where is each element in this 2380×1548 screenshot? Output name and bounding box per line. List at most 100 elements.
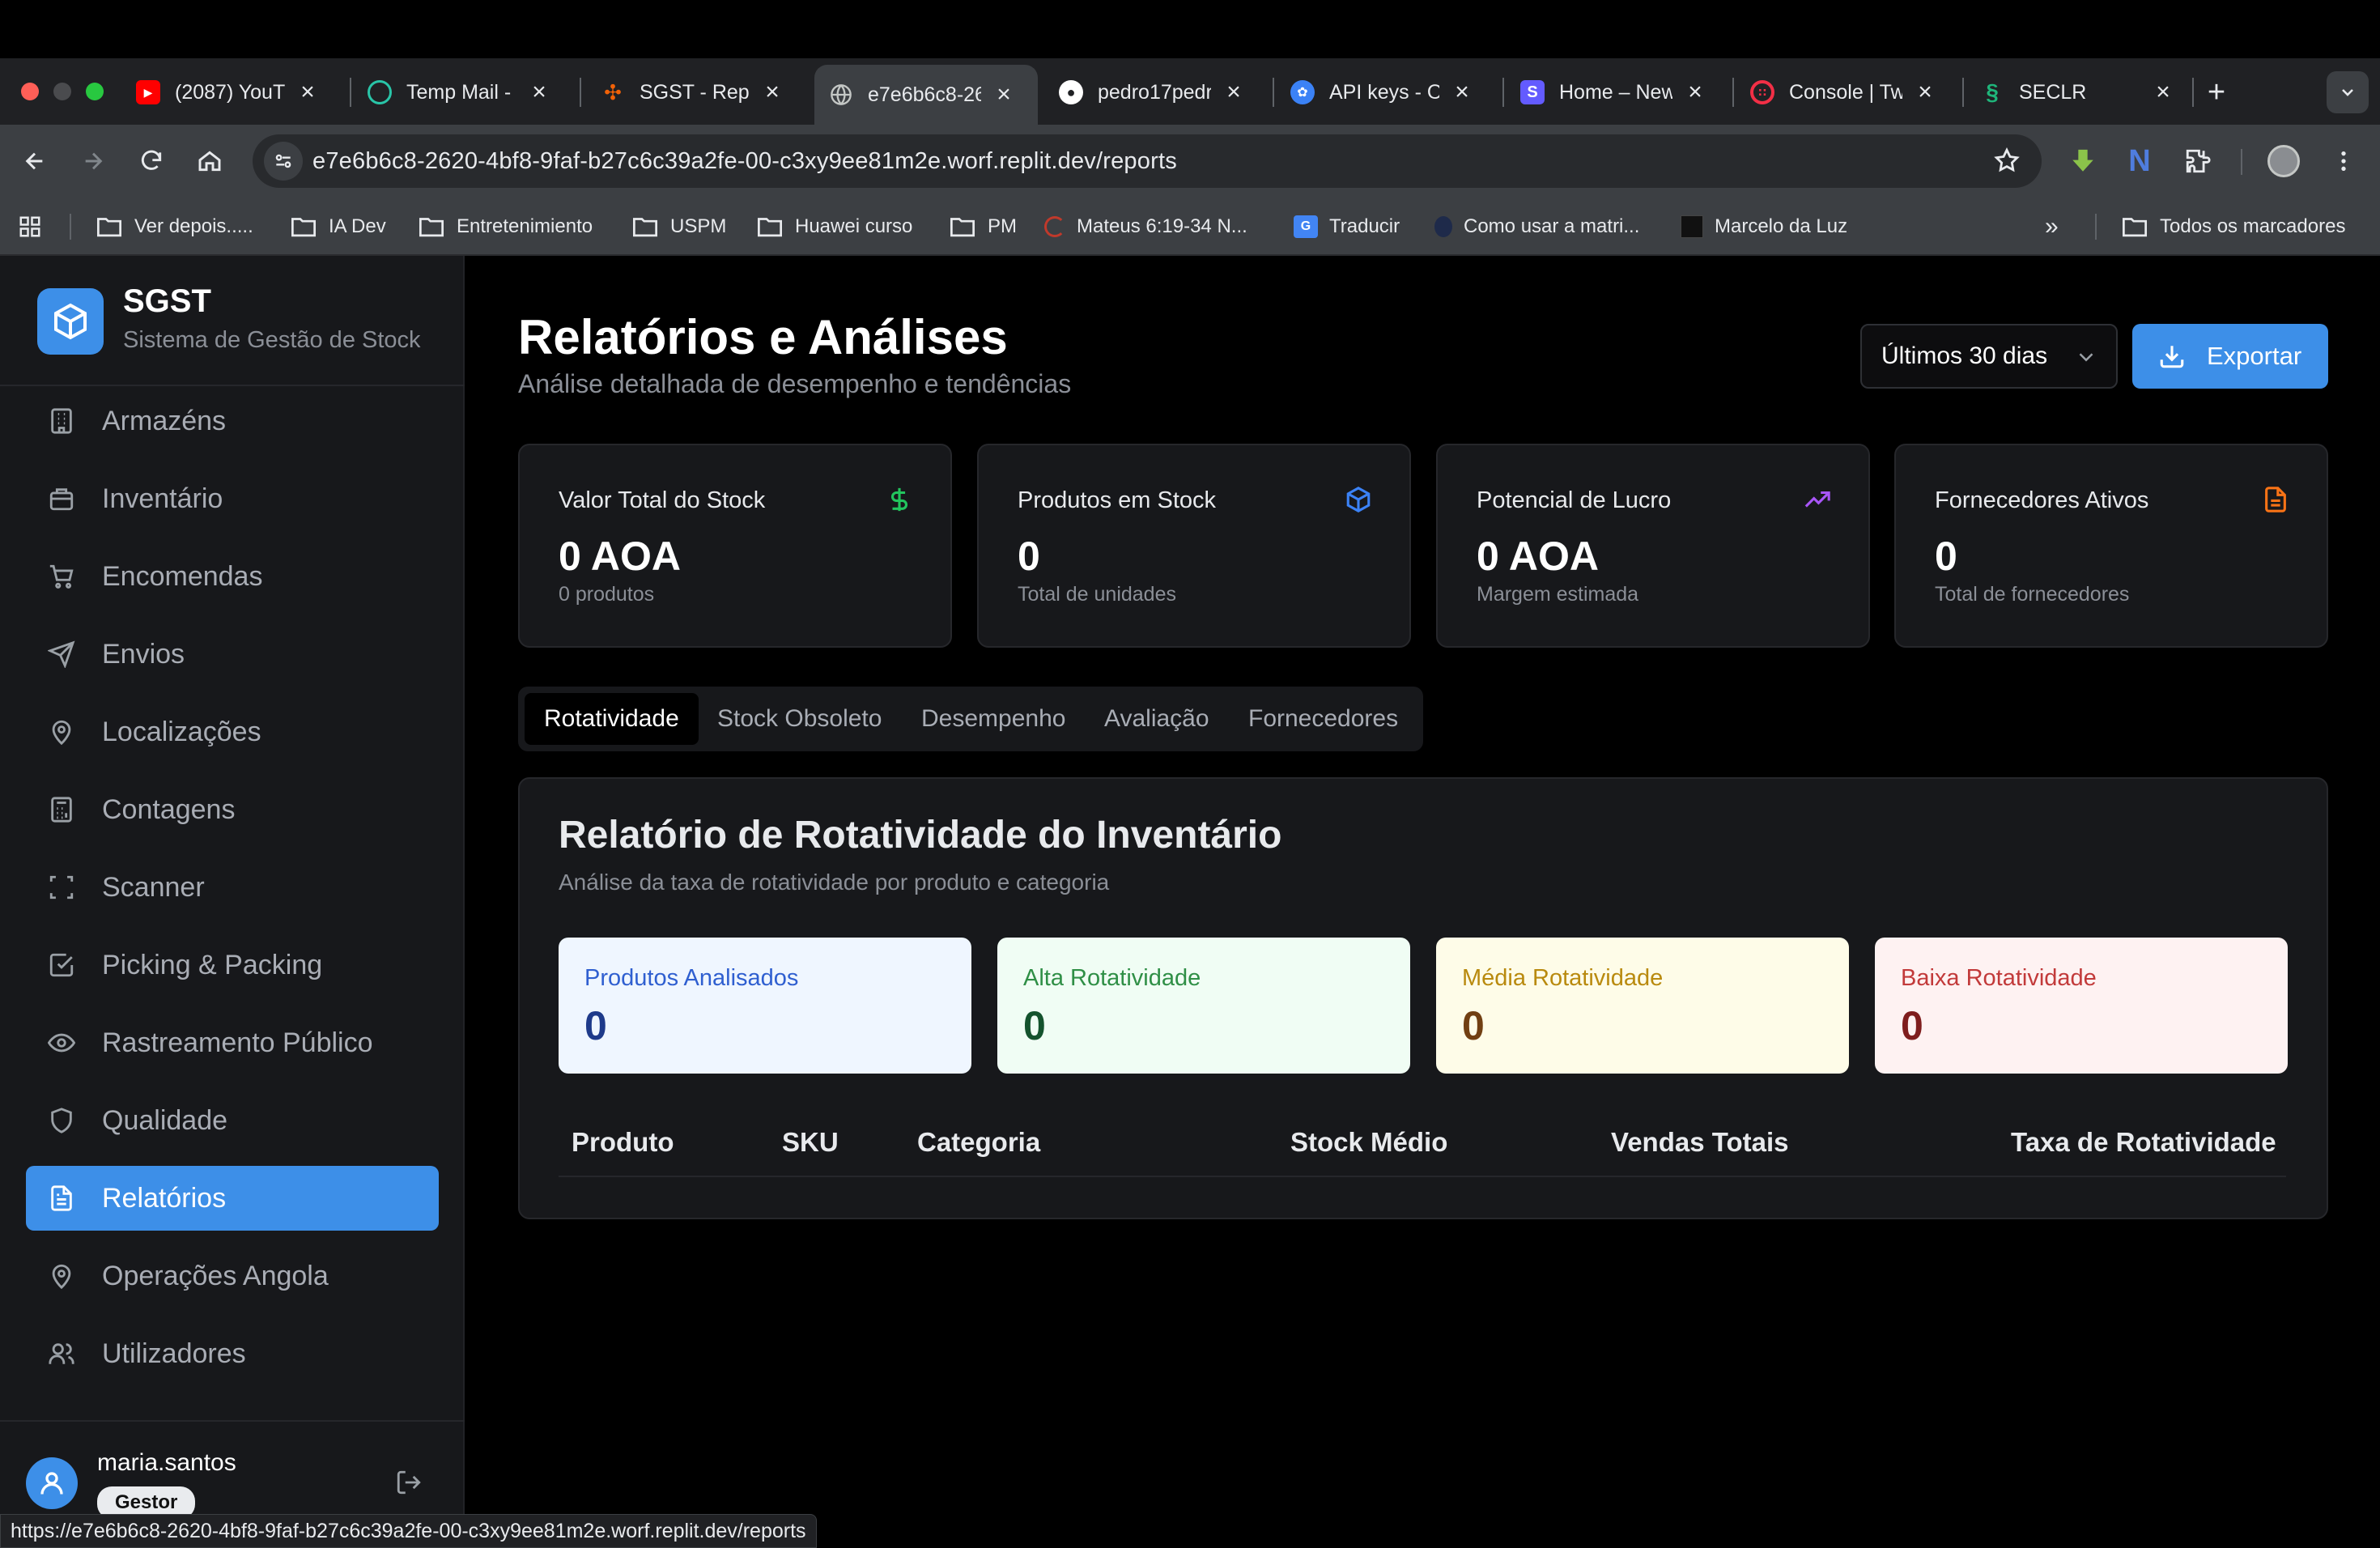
sidebar-item-envios[interactable]: Envios [26, 622, 439, 687]
kpi-media-rotatividade: Média Rotatividade 0 [1436, 938, 1849, 1074]
close-tab-icon[interactable]: × [528, 79, 550, 106]
sidebar-item-armazens[interactable]: Armazéns [26, 389, 439, 453]
sidebar-item-qualidade[interactable]: Qualidade [26, 1088, 439, 1153]
close-tab-icon[interactable]: × [761, 79, 784, 106]
sidebar-item-relatorios[interactable]: Relatórios [26, 1166, 439, 1231]
sidebar-item-operacoes-angola[interactable]: Operações Angola [26, 1244, 439, 1308]
checkbox-icon [45, 949, 78, 981]
bookmark-label: Mateus 6:19-34 N... [1077, 215, 1247, 237]
close-tab-icon[interactable]: × [992, 81, 1015, 108]
forward-button[interactable] [74, 142, 112, 180]
bookmark-marcelo[interactable]: Marcelo da Luz [1681, 209, 1847, 245]
stat-card-fornecedores: Fornecedores Ativos 0 Total de fornecedo… [1894, 444, 2328, 648]
home-button[interactable] [191, 142, 228, 180]
new-tab-button[interactable]: + [2199, 74, 2234, 110]
close-tab-icon[interactable]: × [2152, 79, 2174, 106]
column-header-stock-medio[interactable]: Stock Médio [1290, 1127, 1447, 1158]
browser-tab-stripe[interactable]: S Home – New × [1506, 68, 1721, 117]
browser-tab-seclr[interactable]: § SECLR × [1966, 68, 2189, 117]
bookmark-label: Huawei curso [795, 215, 913, 237]
tab-title: (2087) YouTube [175, 80, 285, 104]
tab-avaliacao[interactable]: Avaliação [1085, 693, 1229, 745]
logout-button[interactable] [395, 1469, 423, 1496]
tab-separator [1273, 78, 1274, 107]
bookmark-star-icon[interactable] [1993, 147, 2021, 174]
back-button[interactable] [16, 142, 53, 180]
shield-icon [45, 1104, 78, 1137]
sidebar-item-rastreamento[interactable]: Rastreamento Público [26, 1010, 439, 1075]
close-tab-icon[interactable]: × [1914, 79, 1936, 106]
column-header-produto[interactable]: Produto [572, 1127, 674, 1158]
browser-tab-openai[interactable]: ✿ API keys - OpenAI × [1276, 68, 1488, 117]
sidebar-item-contagens[interactable]: Contagens [26, 777, 439, 842]
extension-download-button[interactable] [2064, 142, 2102, 180]
more-bookmarks-button[interactable]: » [2045, 209, 2059, 245]
date-range-select[interactable]: Últimos 30 dias [1860, 324, 2118, 389]
page-subtitle: Análise detalhada de desempenho e tendên… [518, 369, 1072, 398]
tab-fornecedores[interactable]: Fornecedores [1229, 693, 1417, 745]
close-tab-icon[interactable]: × [1451, 79, 1473, 106]
column-header-taxa-rotatividade[interactable]: Taxa de Rotatividade [2011, 1127, 2276, 1158]
browser-tab-youtube[interactable]: ▶ (2087) YouTube × [121, 68, 334, 117]
browser-tab-tempmail[interactable]: Temp Mail - Disposable × [353, 68, 565, 117]
sidebar-item-scanner[interactable]: Scanner [26, 855, 439, 920]
sidebar-item-picking-packing[interactable]: Picking & Packing [26, 933, 439, 997]
apps-button[interactable] [18, 209, 42, 245]
file-icon [2262, 486, 2289, 513]
bookmark-como-usar[interactable]: Como usar a matri... [1434, 209, 1639, 245]
site-info-icon[interactable] [264, 142, 303, 181]
column-header-sku[interactable]: SKU [782, 1127, 839, 1158]
sidebar-item-inventario[interactable]: Inventário [26, 466, 439, 531]
close-tab-icon[interactable]: × [1684, 79, 1706, 106]
all-bookmarks-button[interactable]: Todos os marcadores [2121, 209, 2345, 245]
bookmark-uspm[interactable]: USPM [631, 209, 726, 245]
sidebar-item-localizacoes[interactable]: Localizações [26, 700, 439, 764]
column-header-vendas-totais[interactable]: Vendas Totais [1611, 1127, 1788, 1158]
bookmark-pm[interactable]: PM [949, 209, 1017, 245]
sidebar-item-encomendas[interactable]: Encomendas [26, 544, 439, 609]
close-window-button[interactable] [21, 83, 39, 100]
close-tab-icon[interactable]: × [1222, 79, 1245, 106]
reload-button[interactable] [133, 142, 170, 180]
bookmark-ia-dev[interactable]: IA Dev [290, 209, 386, 245]
sidebar-item-utilizadores[interactable]: Utilizadores [26, 1321, 439, 1386]
address-bar[interactable]: e7e6b6c8-2620-4bf8-9faf-b27c6c39a2fe-00-… [253, 134, 2042, 188]
extension-n-button[interactable]: N [2121, 142, 2158, 180]
folder-icon [291, 218, 316, 237]
sidebar-item-label: Relatórios [102, 1182, 227, 1214]
stat-label: Produtos em Stock [1018, 487, 1216, 513]
browser-tab-twilio[interactable]: ∷ Console | Twilio × [1736, 68, 1951, 117]
bookmark-label: Ver depois..... [134, 215, 253, 237]
browser-menu-button[interactable] [2325, 142, 2362, 180]
kpi-label: Alta Rotatividade [1023, 965, 1201, 991]
minimize-window-button[interactable] [53, 83, 71, 100]
export-button[interactable]: Exportar [2132, 324, 2328, 389]
browser-tab-active[interactable]: e7e6b6c8-2620 × [814, 65, 1038, 125]
browser-tab-replit[interactable]: ✣ SGST - Replit × [586, 68, 798, 117]
profile-button[interactable] [2265, 142, 2302, 180]
bookmark-traducir[interactable]: G Traducir [1294, 209, 1400, 245]
column-header-categoria[interactable]: Categoria [917, 1127, 1040, 1158]
extensions-button[interactable] [2179, 142, 2216, 180]
bookmark-mateus[interactable]: Mateus 6:19-34 N... [1044, 209, 1247, 245]
bookmark-ver-depois[interactable]: Ver depois..... [96, 209, 253, 245]
download-icon [2160, 346, 2184, 368]
close-tab-icon[interactable]: × [296, 79, 319, 106]
stat-value: 0 AOA [559, 534, 681, 579]
tab-title: Temp Mail - Disposable [406, 80, 516, 104]
maximize-window-button[interactable] [86, 83, 104, 100]
tab-stock-obsoleto[interactable]: Stock Obsoleto [698, 693, 901, 745]
report-title: Relatório de Rotatividade do Inventário [559, 814, 1282, 857]
tempmail-icon [368, 80, 392, 104]
seclr-icon: § [1986, 79, 1999, 104]
tab-desempenho[interactable]: Desempenho [902, 693, 1085, 745]
map-pin-icon [45, 1260, 78, 1292]
browser-tab-github[interactable]: ● pedro17pedro × [1044, 68, 1260, 117]
tab-rotatividade[interactable]: Rotatividade [525, 693, 699, 745]
page-icon [1681, 215, 1703, 238]
tab-search-button[interactable] [2327, 71, 2369, 113]
bookmark-huawei-curso[interactable]: Huawei curso [756, 209, 912, 245]
puzzle-icon [2186, 149, 2211, 173]
bookmark-entretenimiento[interactable]: Entretenimiento [418, 209, 593, 245]
folder-icon [633, 218, 657, 237]
